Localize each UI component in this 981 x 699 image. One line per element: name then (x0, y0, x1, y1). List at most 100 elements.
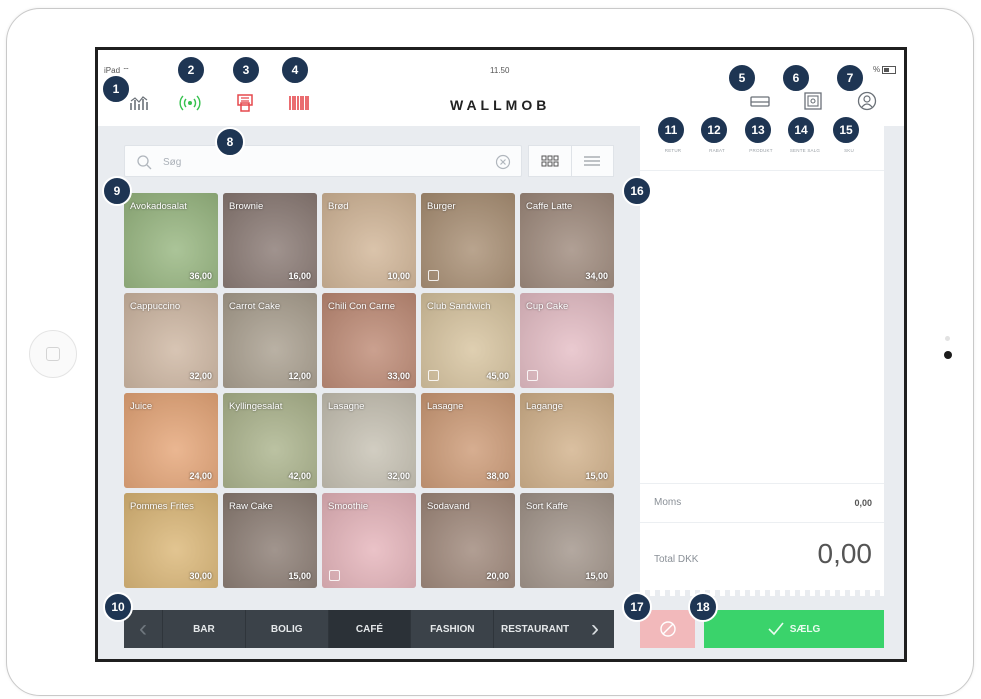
product-tile[interactable]: Sort Kaffe 15,00 (520, 493, 614, 588)
callout-badge: 5 (727, 63, 757, 93)
product-info-icon[interactable] (428, 370, 439, 381)
callout-badge: 10 (103, 592, 133, 622)
category-tab[interactable]: BAR (162, 610, 245, 648)
product-price: 32,00 (189, 371, 212, 381)
product-tile[interactable]: Burger (421, 193, 515, 288)
callout-badge: 12 (699, 115, 729, 145)
view-toggle (528, 145, 614, 177)
product-name: Burger (427, 201, 456, 212)
grid-view-button[interactable] (529, 146, 571, 176)
function-label: SKU (844, 148, 854, 153)
chevron-right-icon: › (591, 615, 599, 642)
home-button[interactable] (29, 330, 77, 378)
product-price: 15,00 (288, 571, 311, 581)
chevron-left-icon: ‹ (139, 615, 147, 642)
product-tile[interactable]: Caffe Latte 34,00 (520, 193, 614, 288)
product-price: 12,00 (288, 371, 311, 381)
cancel-icon (659, 621, 676, 637)
product-name: Cup Cake (526, 301, 569, 312)
sell-button[interactable]: SÆLG (704, 610, 884, 648)
function-label: PRODUKT (749, 148, 773, 153)
callout-badge: 15 (831, 115, 861, 145)
total-label: Total DKK (654, 554, 699, 565)
product-tile[interactable]: Brød 10,00 (322, 193, 416, 288)
callout-badge: 1 (101, 74, 131, 104)
terminal-connected-icon[interactable] (179, 92, 201, 114)
product-tile[interactable]: Raw Cake 15,00 (223, 493, 317, 588)
moms-row: Moms 0,00 (640, 483, 884, 523)
product-name: Lagange (526, 401, 563, 412)
list-view-icon (584, 156, 601, 166)
printer-icon[interactable] (234, 92, 256, 114)
product-tile[interactable]: Cappuccino 32,00 (124, 293, 218, 388)
category-tab[interactable]: BOLIG (244, 610, 328, 648)
list-view-button[interactable] (570, 146, 614, 176)
category-bar: ‹ BAR BOLIG CAFÉ FASHION RESTAURANT › (124, 610, 614, 648)
callout-badge: 9 (102, 176, 132, 206)
category-tab[interactable]: FASHION (410, 610, 493, 648)
product-price: 36,00 (189, 271, 212, 281)
product-tile[interactable]: Sodavand 20,00 (421, 493, 515, 588)
top-bar: iPad ⌔ 11.50 % WALLMOB (98, 50, 904, 126)
product-tile[interactable]: Smoothie (322, 493, 416, 588)
product-name: Carrot Cake (229, 301, 281, 312)
receipt-edge (640, 590, 884, 596)
barcode-scanner-icon[interactable] (288, 92, 310, 114)
product-name: Sort Kaffe (526, 501, 569, 512)
category-tab[interactable]: RESTAURANT (493, 610, 576, 648)
product-tile[interactable]: Club Sandwich 45,00 (421, 293, 515, 388)
callout-badge: 11 (656, 115, 686, 145)
product-tile[interactable]: Brownie 16,00 (223, 193, 317, 288)
product-tile[interactable]: Lasagne 32,00 (322, 393, 416, 488)
product-tile[interactable]: Lasagne 38,00 (421, 393, 515, 488)
product-name: Lasagne (427, 401, 464, 412)
product-tile[interactable]: Lagange 15,00 (520, 393, 614, 488)
product-tile[interactable]: Pommes Frites 30,00 (124, 493, 218, 588)
product-price: 10,00 (387, 271, 410, 281)
status-battery: % (873, 65, 897, 74)
callout-badge: 14 (786, 115, 816, 145)
product-name: Brød (328, 201, 349, 212)
safe-icon[interactable] (802, 90, 824, 112)
product-tile[interactable]: Chili Con Carne 33,00 (322, 293, 416, 388)
product-tile[interactable]: Juice 24,00 (124, 393, 218, 488)
callout-badge: 4 (280, 55, 310, 85)
product-tile[interactable]: Avokadosalat 36,00 (124, 193, 218, 288)
product-tile[interactable]: Carrot Cake 12,00 (223, 293, 317, 388)
product-tile[interactable]: Cup Cake (520, 293, 614, 388)
checkmark-icon (768, 622, 784, 636)
callout-badge: 16 (622, 176, 652, 206)
product-name: Smoothie (328, 501, 369, 512)
product-tile[interactable]: Kyllingesalat 42,00 (223, 393, 317, 488)
category-next-button[interactable]: › (576, 610, 614, 648)
product-info-icon[interactable] (329, 570, 340, 581)
product-name: Lasagne (328, 401, 365, 412)
product-search[interactable] (124, 145, 522, 177)
product-info-icon[interactable] (527, 370, 538, 381)
product-name: Juice (130, 401, 153, 412)
function-label: RABAT (709, 148, 725, 153)
cash-drawer-icon[interactable] (749, 90, 771, 112)
function-label: RETUR (664, 148, 682, 153)
stats-icon[interactable] (128, 92, 150, 114)
light-sensor (945, 336, 950, 341)
product-name: Sodavand (427, 501, 470, 512)
product-name: Avokadosalat (130, 201, 187, 212)
product-name: Club Sandwich (427, 301, 491, 312)
product-price: 24,00 (189, 471, 212, 481)
callout-badge: 17 (622, 592, 652, 622)
user-account-icon[interactable] (856, 90, 878, 112)
product-info-icon[interactable] (428, 270, 439, 281)
clear-search-icon[interactable] (495, 154, 511, 170)
product-price: 34,00 (585, 271, 608, 281)
product-name: Pommes Frites (130, 501, 194, 512)
product-price: 42,00 (288, 471, 311, 481)
wifi-icon: ⌔ (122, 66, 130, 75)
product-price: 15,00 (585, 471, 608, 481)
grid-view-icon (541, 155, 559, 167)
category-tab[interactable]: CAFÉ (327, 610, 411, 648)
search-input[interactable] (161, 153, 485, 171)
callout-badge: 7 (835, 63, 865, 93)
product-price: 45,00 (486, 371, 509, 381)
product-name: Cappuccino (130, 301, 181, 312)
